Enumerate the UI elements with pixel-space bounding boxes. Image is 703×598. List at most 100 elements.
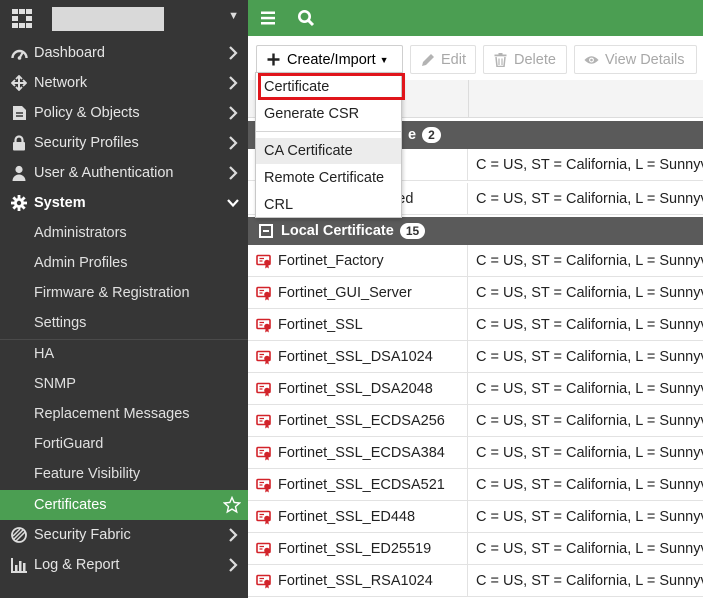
group-header-local-certificate[interactable]: Local Certificate 15 [248, 217, 703, 245]
cert-name-cell: Fortinet_SSL_RSA1024 [248, 564, 468, 597]
cert-subject: C = US, ST = California, L = Sunnyva [476, 316, 703, 333]
cert-subject-cell: C = US, ST = California, L = Sunnyva [468, 413, 703, 429]
cert-name-cell: Fortinet_Factory [248, 244, 468, 277]
cert-name-cell: Fortinet_SSL_ECDSA521 [248, 468, 468, 501]
cert-subject-cell: C = US, ST = California, L = Sunnyva [468, 349, 703, 365]
sidebar-item-log-report[interactable]: Log & Report [0, 550, 248, 580]
cert-subject: C = US, ST = California, L = Sunnyva [476, 380, 703, 397]
table-row[interactable]: Fortinet_SSL_RSA1024 C = US, ST = Califor… [248, 564, 703, 597]
cert-name: Fortinet_SSL_DSA1024 [278, 348, 433, 365]
create-import-button[interactable]: Create/Import ▼ [256, 45, 403, 74]
cert-subject-cell: C = US, ST = California, L = Sunnyva [468, 156, 703, 173]
certificate-icon [256, 350, 271, 364]
search-icon[interactable] [297, 9, 315, 27]
sidebar-item-fortiguard[interactable]: FortiGuard [0, 429, 248, 459]
cert-name-cell: Fortinet_SSL_ED25519 [248, 532, 468, 565]
cert-name: Fortinet_SSL_ECDSA384 [278, 444, 445, 461]
cert-subject: C = US, ST = California, L = Sunnyva [476, 572, 703, 589]
sidebar-item-label: Network [34, 75, 88, 91]
table-row[interactable]: Fortinet_Factory C = US, ST = California,… [248, 244, 703, 277]
fortinet-logo-icon [12, 9, 32, 29]
sidebar-item-certificates[interactable]: Certificates [0, 490, 248, 520]
certificate-icon [256, 414, 271, 428]
cert-name-cell: Fortinet_GUI_Server [248, 276, 468, 309]
create-import-label: Create/Import [287, 51, 376, 68]
lock-icon [10, 135, 28, 151]
star-favorite-icon[interactable] [223, 496, 241, 514]
chevron-right-icon [229, 76, 238, 90]
cert-name: Fortinet_SSL_ECDSA256 [278, 412, 445, 429]
sidebar-item-system[interactable]: System [0, 188, 248, 218]
cert-subject-cell: C = US, ST = California, L = Sunnyva [468, 573, 703, 589]
chevron-right-icon [229, 136, 238, 150]
cert-subject-cell: C = US, ST = California, L = Sunnyva [468, 285, 703, 301]
sidebar-item-admin-profiles[interactable]: Admin Profiles [0, 248, 248, 278]
table-row[interactable]: Fortinet_SSL_ED25519 C = US, ST = Califor… [248, 532, 703, 565]
table-row[interactable]: Fortinet_SSL_ED448 C = US, ST = Californi… [248, 500, 703, 533]
cert-name: Fortinet_SSL_RSA1024 [278, 572, 433, 589]
group-count-badge: 15 [399, 223, 426, 239]
delete-button[interactable]: Delete [483, 45, 567, 74]
cert-name: Fortinet_GUI_Server [278, 284, 412, 301]
sidebar-item-ha[interactable]: HA [0, 339, 248, 369]
table-row[interactable]: Fortinet_SSL_DSA1024 C = US, ST = Califor… [248, 340, 703, 373]
cert-name-cell: Fortinet_SSL_DSA2048 [248, 372, 468, 405]
sidebar-header[interactable]: ▼ [0, 0, 248, 38]
create-import-dropdown: Certificate Generate CSR CA Certificate … [255, 72, 405, 218]
chevron-down-icon [227, 199, 239, 208]
view-details-button[interactable]: View Details [574, 45, 697, 74]
cert-subject-cell: C = US, ST = California, L = Sunnyva [468, 445, 703, 461]
certificate-icon [256, 446, 271, 460]
sidebar-item-label: Security Fabric [34, 527, 131, 543]
chevron-right-icon [229, 46, 238, 60]
menu-item-certificate[interactable]: Certificate [258, 73, 405, 100]
caret-down-icon: ▼ [379, 54, 389, 65]
gear-icon [10, 195, 28, 211]
sidebar-item-dashboard[interactable]: Dashboard [0, 38, 248, 68]
chevron-right-icon [229, 558, 238, 572]
sidebar-item-replacement-messages[interactable]: Replacement Messages [0, 399, 248, 429]
table-row[interactable]: Fortinet_GUI_Server C = US, ST = Californ… [248, 276, 703, 309]
cert-name: Fortinet_Factory [278, 252, 384, 269]
certificate-icon [256, 510, 271, 524]
group-count-badge: 2 [422, 127, 441, 143]
menu-item-ca-certificate[interactable]: CA Certificate [256, 138, 401, 164]
menu-item-remote-certificate[interactable]: Remote Certificate [256, 165, 401, 191]
sidebar-item-user-authentication[interactable]: User & Authentication [0, 158, 248, 188]
sidebar-item-network[interactable]: Network [0, 68, 248, 98]
cert-subject: C = US, ST = California, L = Sunnyva [476, 508, 703, 525]
hamburger-icon[interactable] [260, 9, 278, 27]
sidebar-item-policy-objects[interactable]: Policy & Objects [0, 98, 248, 128]
sidebar-item-label: Security Profiles [34, 135, 139, 151]
certificate-icon [256, 574, 271, 588]
chevron-right-icon [229, 528, 238, 542]
cert-name: Fortinet_SSL_ECDSA521 [278, 476, 445, 493]
sidebar-item-settings[interactable]: Settings [0, 308, 248, 338]
caret-down-icon[interactable]: ▼ [228, 10, 239, 22]
cert-subject-cell: C = US, ST = California, L = Sunnyva [468, 191, 703, 207]
sidebar-item-feature-visibility[interactable]: Feature Visibility [0, 459, 248, 489]
sidebar-item-security-profiles[interactable]: Security Profiles [0, 128, 248, 158]
sidebar-item-firmware-registration[interactable]: Firmware & Registration [0, 278, 248, 308]
eye-icon [584, 52, 599, 67]
sidebar-item-snmp[interactable]: SNMP [0, 369, 248, 399]
pencil-icon [420, 52, 435, 67]
cert-subject: C = US, ST = California, L = Sunnyva [476, 444, 703, 461]
collapse-toggle-icon[interactable] [259, 224, 273, 238]
table-row[interactable]: Fortinet_SSL_DSA2048 C = US, ST = Califor… [248, 372, 703, 405]
sidebar-item-security-fabric[interactable]: Security Fabric [0, 520, 248, 550]
cert-subject-cell: C = US, ST = California, L = Sunnyva [468, 541, 703, 557]
table-row[interactable]: Fortinet_SSL_ECDSA521 C = US, ST = Califo… [248, 468, 703, 501]
cert-subject-cell: C = US, ST = California, L = Sunnyva [468, 381, 703, 397]
menu-item-generate-csr[interactable]: Generate CSR [256, 101, 401, 127]
cert-name: Fortinet_SSL [278, 316, 363, 333]
table-row[interactable]: Fortinet_SSL_ECDSA256 C = US, ST = Califo… [248, 404, 703, 437]
column-divider[interactable] [468, 80, 469, 118]
table-row[interactable]: Fortinet_SSL C = US, ST = California, L =… [248, 308, 703, 341]
edit-button[interactable]: Edit [410, 45, 476, 74]
sidebar-item-administrators[interactable]: Administrators [0, 218, 248, 248]
hostname-redacted [52, 7, 164, 31]
table-row[interactable]: Fortinet_SSL_ECDSA384 C = US, ST = Califo… [248, 436, 703, 469]
menu-item-crl[interactable]: CRL [256, 192, 401, 218]
sidebar: ▼ Dashboard Network Policy & Objects Sec… [0, 0, 248, 598]
